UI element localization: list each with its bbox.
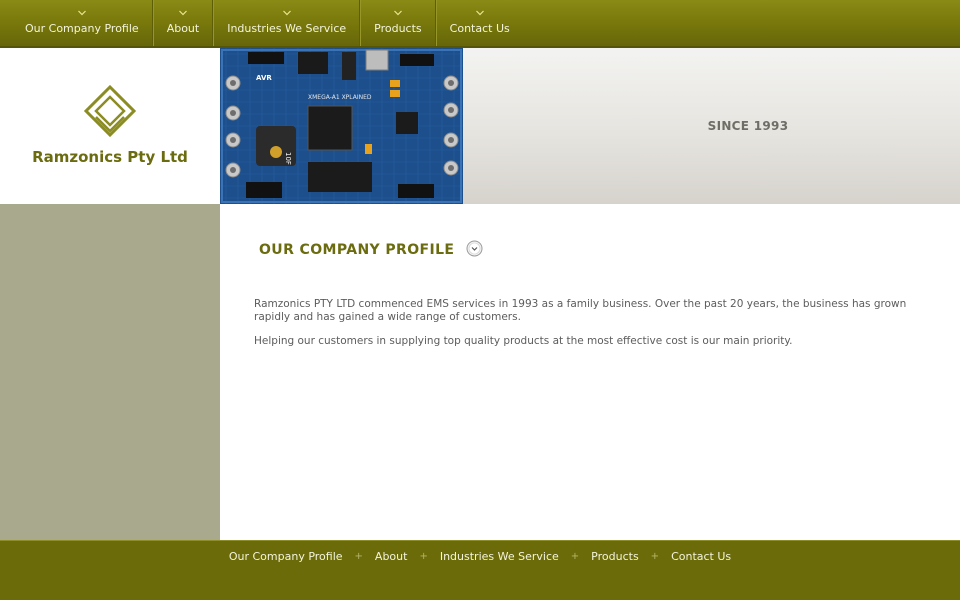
profile-paragraph: Helping our customers in supplying top q… [254,335,793,347]
header-banner: SINCE 1993 [463,48,960,204]
chevron-down-icon [77,10,86,16]
nav-item-about[interactable]: About [154,0,213,46]
since-tagline: SINCE 1993 [707,119,789,133]
board-silkscreen-label: AVR [256,74,272,82]
page-title: OUR COMPANY PROFILE [259,242,455,258]
footer-link-about[interactable]: About [375,550,408,563]
nav-item-label: Products [374,22,422,35]
nav-item-products[interactable]: Products [361,0,435,46]
brand-block: Ramzonics Pty Ltd [0,48,220,204]
footer-link-contact[interactable]: Contact Us [671,550,731,563]
main-content: OUR COMPANY PROFILE Ramzonics PTY LTD co… [220,204,960,540]
nav-item-label: About [166,22,200,35]
chevron-down-icon [475,10,484,16]
circuit-board-image: XMEGA-A1 XPLAINED AVR 10F [220,48,463,204]
footer-separator: + [650,551,660,562]
footer-separator: + [570,551,580,562]
diamond-logo-icon[interactable] [84,85,136,137]
company-name: Ramzonics Pty Ltd [32,148,188,166]
footer-links: Our Company Profile + About + Industries… [0,550,960,563]
circuit-board-graphic: XMEGA-A1 XPLAINED AVR 10F [220,48,463,204]
chevron-down-icon [282,10,291,16]
chevron-down-icon [179,10,187,16]
nav-item-contact[interactable]: Contact Us [437,0,523,46]
nav-item-label: Industries We Service [227,22,347,35]
chevron-circle-icon[interactable] [466,240,483,257]
footer-link-company-profile[interactable]: Our Company Profile [229,550,343,563]
footer-link-industries[interactable]: Industries We Service [440,550,559,563]
footer: Our Company Profile + About + Industries… [0,540,960,600]
footer-separator: + [419,551,428,562]
nav-item-label: Contact Us [449,22,510,35]
board-silkscreen-label: 10F [284,152,292,165]
board-silkscreen-label: XMEGA-A1 XPLAINED [308,94,372,101]
footer-link-products[interactable]: Products [591,550,639,563]
footer-separator: + [354,551,363,562]
profile-paragraph: Ramzonics PTY LTD commenced EMS services… [254,298,907,323]
nav-item-industries[interactable]: Industries We Service [214,0,359,46]
nav-item-company-profile[interactable]: Our Company Profile [12,0,152,46]
top-navigation: Our Company Profile About Industries We … [0,0,960,48]
chevron-down-icon [393,10,402,16]
top-nav-items: Our Company Profile About Industries We … [12,0,523,46]
nav-item-label: Our Company Profile [25,22,139,35]
left-sidebar [0,204,220,540]
